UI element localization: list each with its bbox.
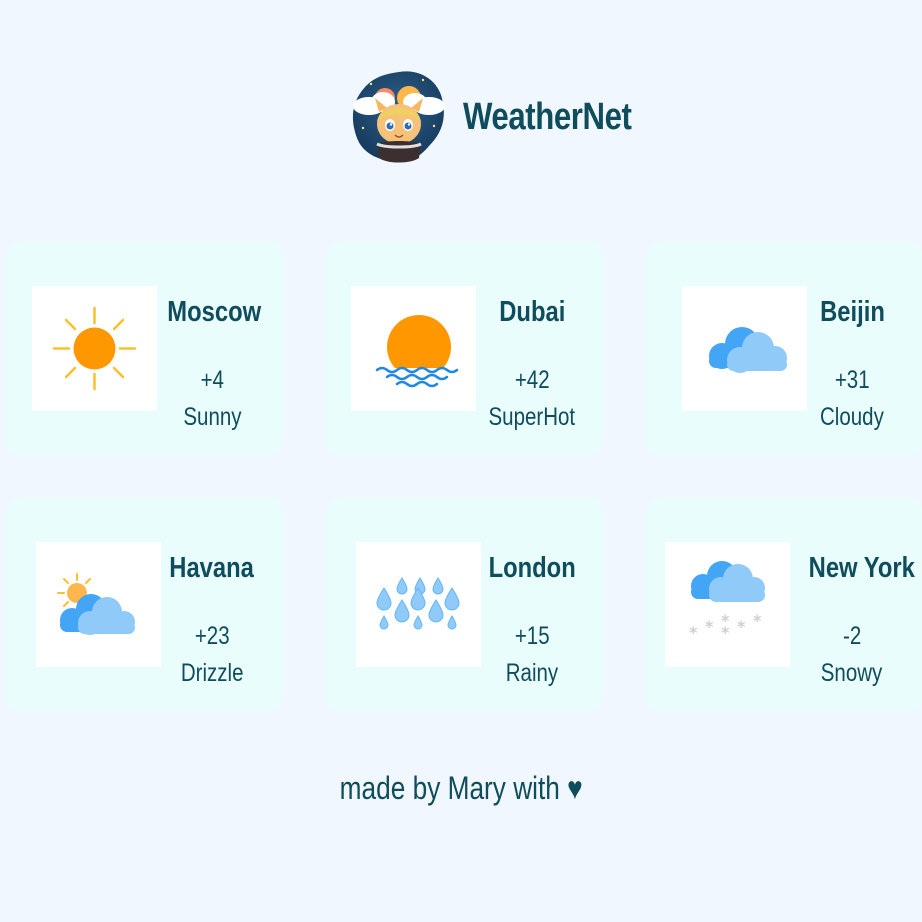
weather-description: SuperHot: [488, 403, 576, 431]
svg-text:*: *: [721, 623, 730, 642]
temperature: -2: [842, 622, 862, 650]
svg-text:*: *: [689, 623, 698, 642]
svg-text:*: *: [737, 617, 746, 636]
sun-behind-cloud-icon: [36, 542, 161, 667]
city-name: Dubai: [498, 296, 566, 328]
sun-icon: [32, 286, 157, 411]
weather-card-beijin[interactable]: Beijin +31 Cloudy: [645, 241, 922, 456]
temperature: +23: [194, 622, 230, 650]
weather-description: Sunny: [182, 403, 242, 431]
footer-credit: made by Mary with ♥: [339, 770, 583, 806]
brand-title: WeatherNet: [463, 96, 632, 138]
city-name: Havana: [169, 552, 255, 584]
logo-icon[interactable]: [349, 68, 449, 166]
sunset-icon: [351, 286, 476, 411]
cloud-icon: [682, 286, 807, 411]
city-name: Beijin: [819, 296, 885, 328]
weather-card-new-york[interactable]: * * * * * * New York -2 Snowy: [645, 497, 922, 712]
header: WeatherNet: [0, 0, 922, 200]
weather-card-dubai[interactable]: Dubai +42 SuperHot: [325, 241, 604, 456]
weather-description: Cloudy: [820, 403, 884, 431]
city-name: New York: [808, 552, 915, 584]
temperature: +4: [200, 366, 224, 394]
weather-description: Drizzle: [180, 659, 244, 687]
weather-card-london[interactable]: London +15 Rainy: [325, 497, 604, 712]
city-name: Moscow: [167, 296, 262, 328]
raindrops-icon: [356, 542, 481, 667]
svg-text:*: *: [705, 617, 714, 636]
weather-description: Snowy: [821, 659, 883, 687]
temperature: +31: [834, 366, 870, 394]
city-name: London: [488, 552, 576, 584]
weather-card-moscow[interactable]: Moscow +4 Sunny: [5, 241, 284, 456]
weather-description: Rainy: [505, 659, 559, 687]
temperature: +42: [514, 366, 550, 394]
weather-card-havana[interactable]: Havana +23 Drizzle: [5, 497, 284, 712]
temperature: +15: [514, 622, 550, 650]
svg-text:*: *: [753, 611, 762, 630]
snow-cloud-icon: * * * * * *: [665, 542, 790, 667]
